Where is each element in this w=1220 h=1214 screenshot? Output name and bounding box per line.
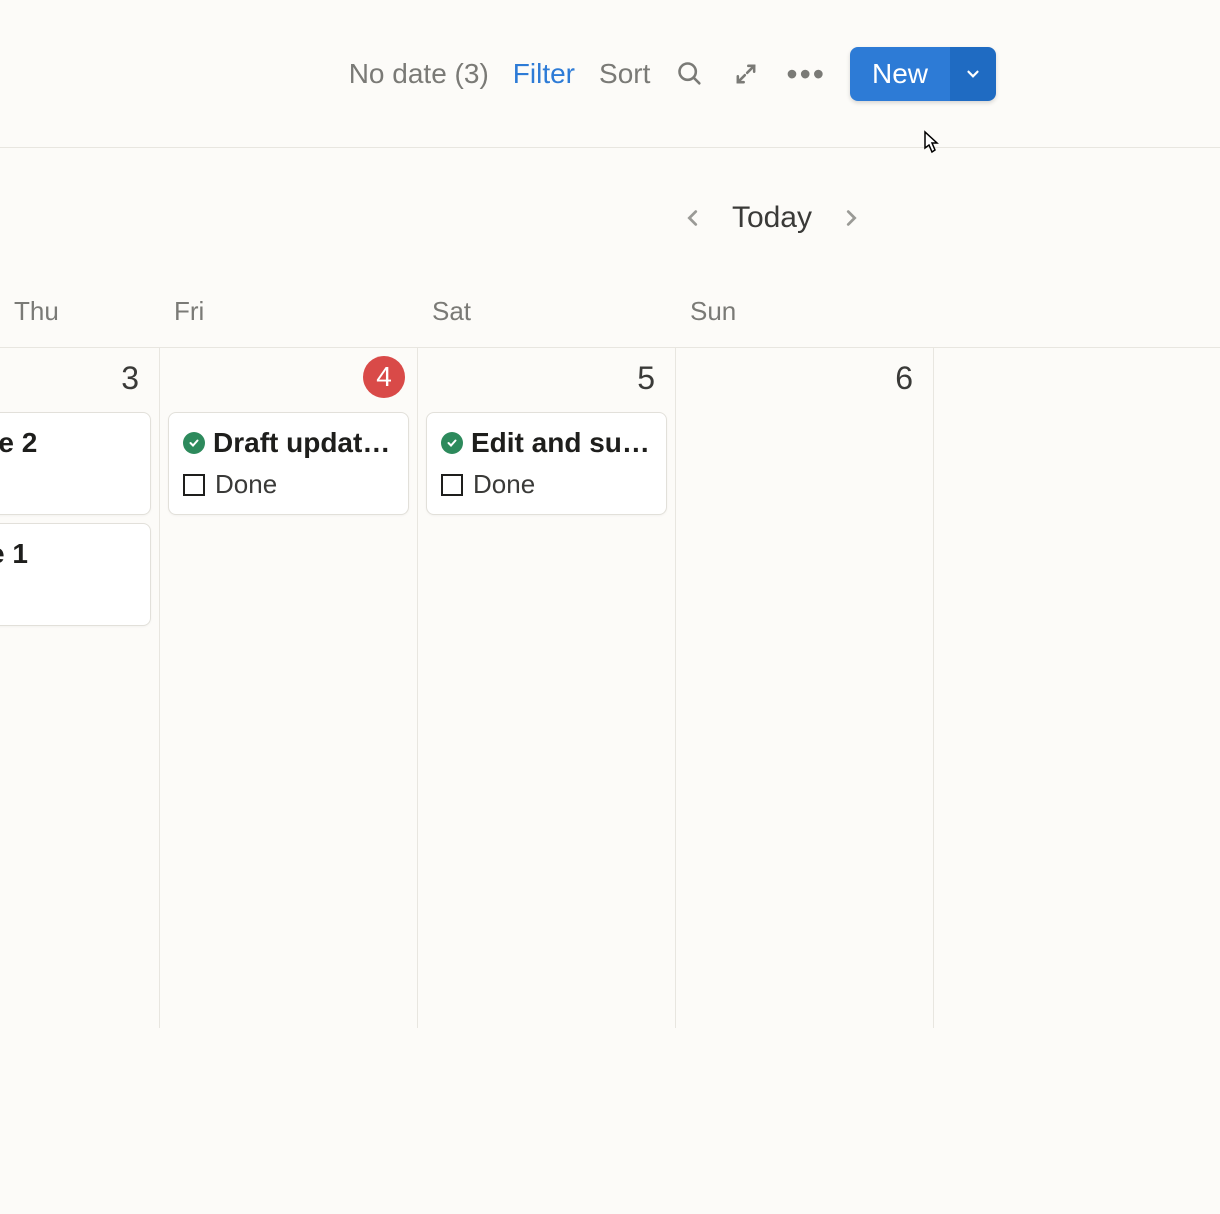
right-margin bbox=[934, 348, 1219, 1028]
status-done-icon bbox=[183, 432, 205, 454]
col-head-sat: Sat bbox=[418, 288, 676, 347]
toolbar: No date (3) Filter Sort ••• New bbox=[0, 0, 1220, 148]
chevron-left-icon bbox=[682, 207, 704, 229]
today-button[interactable]: Today bbox=[732, 201, 812, 235]
sort-button[interactable]: Sort bbox=[599, 58, 650, 90]
search-icon[interactable] bbox=[674, 58, 706, 90]
task-status-label: Done bbox=[215, 469, 277, 500]
calendar-header: Thu Fri Sat Sun bbox=[0, 288, 1220, 348]
task-card[interactable]: Draft update… Done bbox=[168, 412, 409, 515]
col-head-thu: Thu bbox=[0, 288, 160, 347]
status-done-icon bbox=[441, 432, 463, 454]
calendar-col-fri[interactable]: 4 Draft update… Done bbox=[160, 348, 418, 1028]
done-checkbox[interactable] bbox=[183, 474, 205, 496]
task-card[interactable]: Edit and sub… Done bbox=[426, 412, 667, 515]
task-card[interactable]: ft article 2 e bbox=[0, 412, 151, 515]
col-head-fri: Fri bbox=[160, 288, 418, 347]
next-button[interactable] bbox=[840, 207, 862, 229]
new-button[interactable]: New bbox=[850, 47, 950, 101]
calendar-col-sat[interactable]: 5 Edit and sub… Done bbox=[418, 348, 676, 1028]
new-button-group: New bbox=[850, 47, 996, 101]
task-title: t article 1 bbox=[0, 538, 28, 570]
task-title: Draft update… bbox=[213, 427, 394, 459]
task-card[interactable]: t article 1 e bbox=[0, 523, 151, 626]
calendar-col-thu[interactable]: 3 ft article 2 e t article 1 e bbox=[0, 348, 160, 1028]
calendar-body: 3 ft article 2 e t article 1 e 4 bbox=[0, 348, 1220, 1028]
calendar-nav: Today bbox=[0, 148, 1220, 288]
prev-button[interactable] bbox=[682, 207, 704, 229]
task-title: ft article 2 bbox=[0, 427, 37, 459]
task-status-label: Done bbox=[473, 469, 535, 500]
day-number-today: 4 bbox=[363, 356, 405, 398]
day-number: 6 bbox=[895, 360, 913, 397]
calendar-col-sun[interactable]: 6 bbox=[676, 348, 934, 1028]
filter-button[interactable]: Filter bbox=[513, 58, 575, 90]
col-head-sun: Sun bbox=[676, 288, 934, 347]
day-number: 5 bbox=[637, 360, 655, 397]
day-number: 3 bbox=[121, 360, 139, 397]
chevron-down-icon bbox=[964, 65, 982, 83]
no-date-button[interactable]: No date (3) bbox=[349, 58, 489, 90]
done-checkbox[interactable] bbox=[441, 474, 463, 496]
task-title: Edit and sub… bbox=[471, 427, 652, 459]
chevron-right-icon bbox=[840, 207, 862, 229]
expand-icon[interactable] bbox=[730, 58, 762, 90]
new-dropdown-button[interactable] bbox=[950, 47, 996, 101]
